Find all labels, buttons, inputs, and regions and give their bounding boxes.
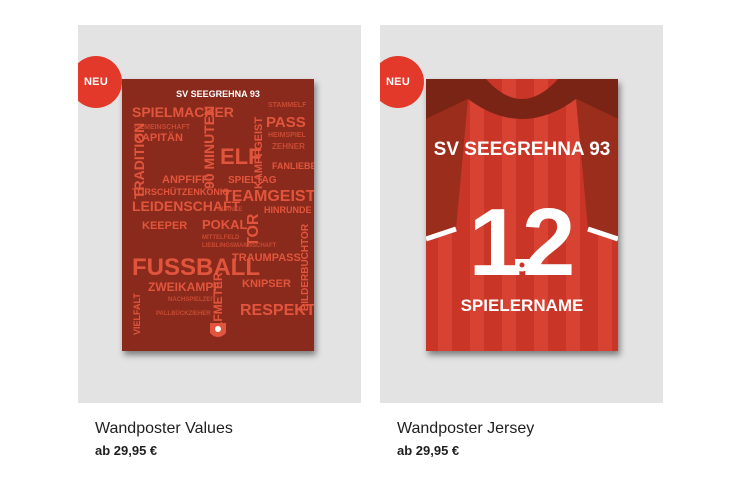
poster-jersey-image: SV SEEGREHNA 93 12 SPIELERNAME (426, 79, 618, 351)
word: POKAL (202, 217, 248, 232)
word: VIELFALT (132, 293, 142, 335)
word: NACHSPIELZEIT (168, 297, 216, 303)
product-price: ab 29,95 € (95, 443, 158, 458)
product-title[interactable]: Wandposter Values (95, 420, 233, 438)
new-badge: NEU (78, 56, 122, 108)
word: STAMMELF (268, 102, 307, 109)
product-title[interactable]: Wandposter Jersey (397, 420, 534, 438)
word: TORSCHÜTZENKÖNIG (132, 187, 229, 197)
word: TEAMGEIST (222, 188, 314, 205)
word: SPIELMACHER (132, 104, 234, 120)
product-card-jersey[interactable]: NEU SV SEEGREHNA 93 12 SPIELERNAME Wandp… (380, 25, 663, 465)
word: TOR (245, 213, 262, 247)
word: ZWEIKAMPF (148, 280, 221, 294)
new-badge: NEU (380, 56, 424, 108)
word: FLANKE (218, 207, 242, 213)
word: BILDERBUCHTOR (300, 223, 311, 311)
product-card-values[interactable]: NEU SV SEEGREHNA 93 SPIELMACHER GEMEINSC… (78, 25, 361, 465)
word: PALLBÜCKZIEHER (156, 310, 211, 317)
poster-club-name: SV SEEGREHNA 93 (434, 139, 611, 160)
word: LIEBLINGSMANNSCHAFT (202, 243, 277, 249)
poster-player-name: SPIELERNAME (461, 296, 584, 315)
word: HEIMSPIEL (268, 132, 306, 139)
word: KNIPSER (242, 278, 291, 290)
word: HINRUNDE (264, 205, 312, 215)
product-image-area[interactable]: NEU SV SEEGREHNA 93 SPIELMACHER GEMEINSC… (78, 25, 361, 403)
word: ZEHNER (272, 142, 305, 151)
club-crest-icon (515, 259, 529, 272)
poster-values-image: SV SEEGREHNA 93 SPIELMACHER GEMEINSCHAFT… (122, 79, 314, 351)
word-cloud-graphic: SV SEEGREHNA 93 SPIELMACHER GEMEINSCHAFT… (131, 89, 314, 337)
product-image-area[interactable]: NEU SV SEEGREHNA 93 12 SPIELERNAME (380, 25, 663, 403)
word: MITTELFELD (202, 235, 240, 241)
word: PASS (266, 114, 306, 131)
word: FANLIEBE (272, 161, 314, 171)
poster-club-name: SV SEEGREHNA 93 (176, 89, 260, 99)
poster-number: 12 (469, 189, 576, 296)
word: SPIELTAG (228, 175, 277, 186)
word: RESPEKT (240, 302, 314, 319)
word: KEEPER (142, 220, 187, 232)
word: ANPFIFF (162, 174, 209, 186)
jersey-graphic: SV SEEGREHNA 93 12 SPIELERNAME (426, 79, 618, 351)
product-price: ab 29,95 € (397, 443, 460, 458)
club-crest-icon (210, 323, 226, 337)
word: TRAUMPASS (232, 252, 301, 264)
